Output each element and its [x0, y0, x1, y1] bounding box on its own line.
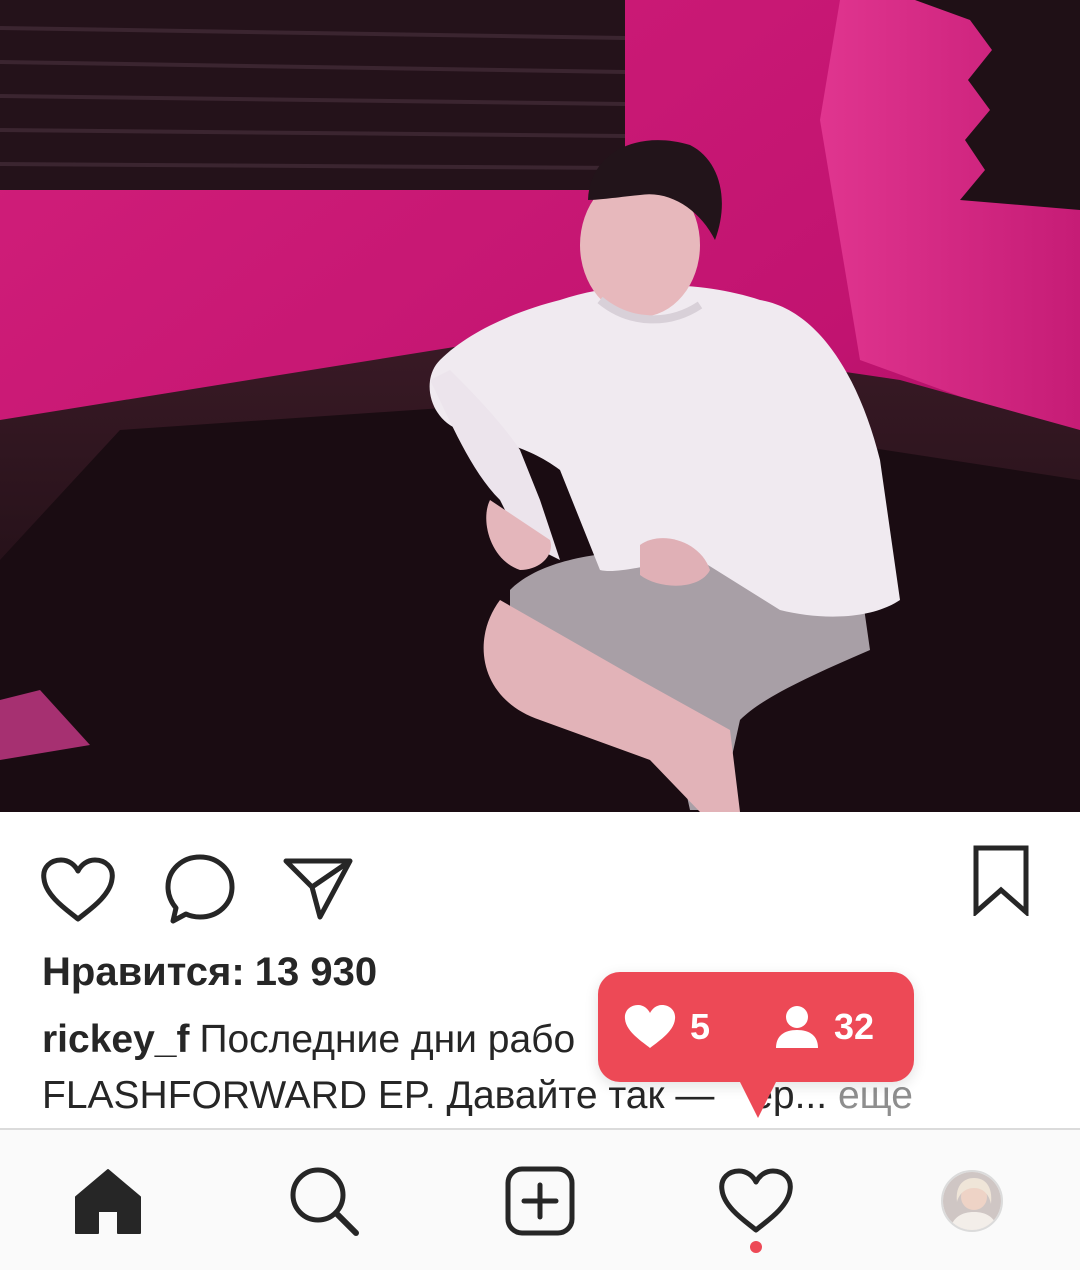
caption-username[interactable]: rickey_f	[42, 1018, 189, 1061]
bottom-navigation	[0, 1128, 1080, 1270]
bubble-likes-group: 5	[624, 1004, 710, 1050]
bookmark-button[interactable]	[966, 840, 1036, 920]
bubble-heart-icon	[624, 1005, 676, 1048]
nav-profile[interactable]	[912, 1130, 1032, 1270]
comment-button[interactable]	[160, 846, 240, 930]
bubble-likes-count: 5	[690, 1006, 711, 1047]
caption-text-line1: Последние дни рабо	[199, 1018, 576, 1061]
bookmark-icon	[973, 845, 1029, 916]
likes-count[interactable]: Нравится: 13 930	[42, 950, 377, 995]
nav-new-post[interactable]	[480, 1130, 600, 1270]
activity-notification-dot	[750, 1241, 762, 1253]
add-post-icon	[505, 1166, 575, 1236]
avatar-image	[943, 1172, 1001, 1230]
profile-avatar	[941, 1170, 1003, 1232]
bubble-person-icon	[776, 1006, 819, 1048]
post-photo-illustration	[0, 0, 1080, 812]
nav-search[interactable]	[264, 1130, 384, 1270]
bubble-pointer	[736, 1074, 780, 1118]
likes-number: 13 930	[254, 950, 378, 994]
like-button[interactable]	[36, 848, 120, 932]
search-icon	[290, 1167, 359, 1236]
activity-notification-bubble[interactable]: 5 32	[598, 972, 914, 1082]
post-actions-bar	[0, 812, 1080, 942]
bubble-followers-count: 32	[834, 1006, 875, 1047]
comment-icon	[165, 854, 235, 924]
bubble-followers-group: 32	[774, 1004, 874, 1050]
activity-heart-icon	[719, 1168, 793, 1233]
post-photo[interactable]	[0, 0, 1080, 812]
heart-icon	[41, 857, 115, 922]
share-button[interactable]	[280, 846, 356, 930]
share-icon	[283, 858, 353, 920]
nav-home[interactable]	[48, 1130, 168, 1270]
home-icon	[75, 1169, 141, 1234]
likes-label: Нравится:	[42, 950, 245, 994]
